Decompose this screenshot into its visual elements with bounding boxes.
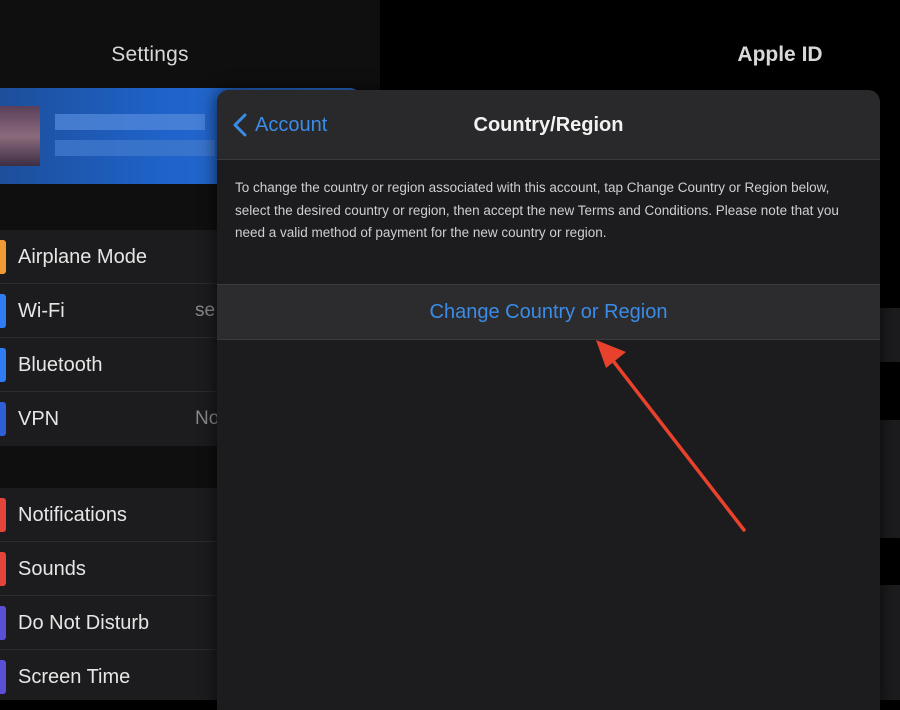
hourglass-icon [0, 660, 6, 694]
settings-row-value: No [195, 408, 220, 429]
country-region-sheet: Account Country/Region To change the cou… [217, 90, 880, 710]
settings-row-value: se [195, 300, 216, 321]
settings-row-label: Airplane Mode [18, 246, 147, 268]
bluetooth-icon [0, 348, 6, 382]
airplane-icon [0, 240, 6, 274]
moon-icon [0, 606, 6, 640]
change-country-or-region-button[interactable]: Change Country or Region [217, 284, 880, 340]
chevron-left-icon [233, 113, 247, 137]
settings-row-label: Wi-Fi [18, 300, 65, 322]
avatar [0, 106, 40, 166]
settings-row-label: VPN [18, 408, 60, 430]
back-button[interactable]: Account [231, 108, 327, 142]
sounds-icon [0, 552, 6, 586]
blurred-subtitle [55, 140, 215, 156]
change-country-or-region-label: Change Country or Region [429, 300, 668, 323]
detail-row[interactable] [880, 420, 900, 538]
vpn-icon [0, 402, 6, 436]
wifi-icon [0, 294, 6, 328]
back-button-label: Account [255, 113, 328, 136]
notifications-icon [0, 498, 6, 532]
sheet-navigation-bar: Account Country/Region [217, 90, 880, 160]
settings-row-label: Screen Time [18, 666, 131, 688]
detail-row[interactable] [880, 585, 900, 700]
settings-row-label: Do Not Disturb [18, 612, 150, 634]
settings-row-label: Sounds [18, 558, 86, 580]
sheet-description: To change the country or region associat… [235, 180, 839, 240]
blurred-name [55, 114, 205, 130]
settings-row-label: Notifications [18, 504, 127, 526]
settings-row-label: Bluetooth [18, 354, 103, 376]
detail-row[interactable] [880, 308, 900, 362]
